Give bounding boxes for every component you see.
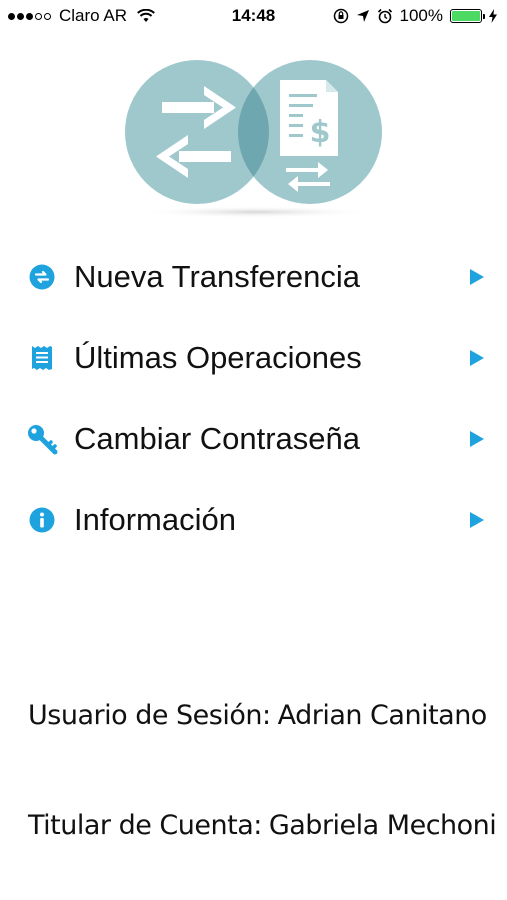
session-user-label: Usuario de Sesión: [28,700,271,731]
battery-percent: 100% [399,6,443,25]
session-user-line: Usuario de Sesión: Adrian Canitano [28,700,487,731]
charging-bolt-icon [489,9,497,23]
chevron-right-icon [470,268,484,285]
transfer-arrows-icon [26,261,58,293]
location-arrow-icon [356,10,369,22]
chevron-right-icon [470,511,484,528]
chevron-right-icon [470,430,484,447]
account-holder-line: Titular de Cuenta: Gabriela Mechoni [28,810,497,841]
menu-item-informacion[interactable]: Información [0,479,507,560]
battery-icon [450,9,485,23]
session-user-value: Adrian Canitano [277,700,488,731]
transfer-logo: $ [125,60,382,218]
menu-item-label: Información [74,501,236,537]
chevron-right-icon [470,349,484,366]
status-bar: Claro AR 14:48 100% [0,0,507,32]
menu-item-label: Nueva Transferencia [74,258,361,294]
key-icon [26,423,58,455]
account-holder-value: Gabriela Mechoni [268,810,497,841]
menu-item-ultimas-operaciones[interactable]: Últimas Operaciones [0,317,507,398]
account-holder-label: Titular de Cuenta: [28,810,262,841]
menu-item-label: Últimas Operaciones [74,339,362,375]
info-icon [26,504,58,536]
orientation-lock-icon [333,8,348,24]
main-menu: Nueva Transferencia Últimas Operaciones [0,236,507,560]
menu-item-label: Cambiar Contraseña [74,420,361,456]
alarm-icon [377,8,392,24]
svg-text:$: $ [310,115,331,150]
status-right: 100% [333,6,497,26]
menu-item-cambiar-contrasena[interactable]: Cambiar Contraseña [0,398,507,479]
menu-item-nueva-transferencia[interactable]: Nueva Transferencia [0,236,507,317]
receipt-icon [26,342,58,374]
